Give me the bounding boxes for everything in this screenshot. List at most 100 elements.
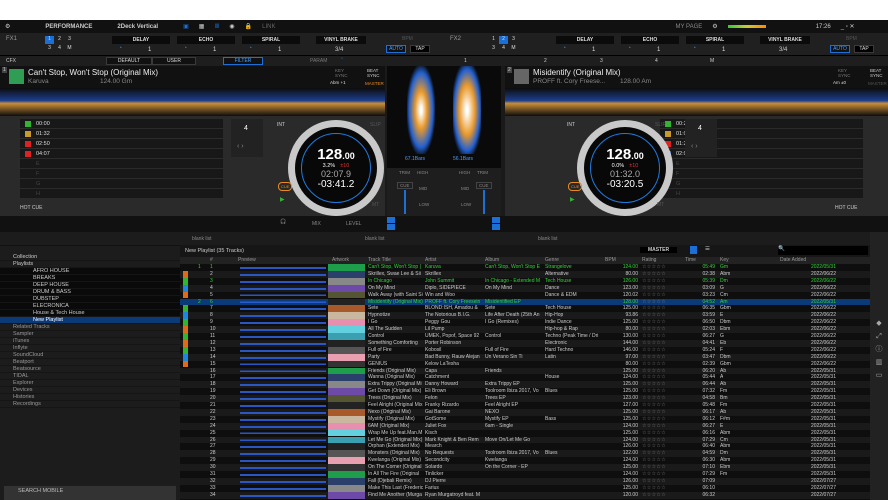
playlist-item[interactable]: BREAKS [0, 275, 180, 282]
track-row[interactable]: 1 1 Can't Stop, Won't Stop (Karuva Can't St… [180, 264, 870, 271]
hot-cue-g[interactable]: G [660, 179, 863, 189]
preview-waveform[interactable] [240, 374, 326, 382]
track-row[interactable]: 15 GENIUS Kelow LaTesha 80.00 ☆☆☆☆☆ 02:39 Gbm 2… [180, 360, 870, 368]
headphones-icon[interactable]: 🎧 [280, 219, 286, 225]
rating-stars[interactable]: ☆☆☆☆☆ [642, 340, 666, 347]
track-row[interactable]: 19 Get Down (Original Mix) Eli Brown Toolro… [180, 388, 870, 396]
track-row[interactable]: 4 On My Mind Diplo, SIDEPIECE On My Mind Dan… [180, 284, 870, 292]
playlist-item[interactable]: New Playlist [0, 317, 180, 324]
cfx-channel-2[interactable]: 2 [544, 58, 547, 64]
deck1-key-sync[interactable]: KEY SYNC [335, 68, 351, 78]
preview-waveform[interactable] [240, 291, 326, 299]
view-mode-icon[interactable] [690, 246, 697, 254]
fx1-assign-2[interactable]: 2 [55, 36, 64, 44]
column-header[interactable]: Key [720, 257, 729, 263]
window-controls[interactable]: _ ▫ ✕ [841, 23, 855, 30]
track-row[interactable]: 2 Skrillex, Swae Lee & Sii Skrillex Alterna… [180, 270, 870, 278]
sidebar-source-item[interactable]: Recordings [0, 401, 180, 408]
rating-stars[interactable]: ☆☆☆☆☆ [642, 374, 666, 381]
column-header[interactable]: BPM [605, 257, 616, 263]
mode-select[interactable]: PERFORMANCE [45, 24, 92, 30]
rating-stars[interactable]: ☆☆☆☆☆ [642, 443, 666, 450]
search-mobile-button[interactable]: SEARCH MOBILE [4, 486, 176, 500]
track-row[interactable]: 8 Hypnotize The Notorious B.I.G. Life After… [180, 312, 870, 320]
preview-waveform[interactable] [240, 436, 326, 444]
deck-select-3[interactable] [387, 224, 395, 230]
list-view-icon[interactable]: ☰ [705, 246, 710, 252]
sidebar-source-item[interactable]: Devices [0, 387, 180, 394]
preview-waveform[interactable] [240, 415, 326, 423]
preview-waveform[interactable] [240, 477, 326, 485]
preview-waveform[interactable] [240, 312, 326, 320]
fx1-auto-button[interactable]: AUTO [386, 45, 406, 53]
track-row[interactable]: 5 Walk Away (with Saint Si Win and Woo Danc… [180, 291, 870, 299]
preview-waveform[interactable] [240, 367, 326, 375]
fx1-assign-4[interactable]: 4 [55, 45, 64, 53]
deck2-play-button[interactable]: ▶ [570, 196, 575, 203]
rating-stars[interactable]: ☆☆☆☆☆ [642, 271, 666, 278]
track-row[interactable]: 24 6AM (Original Mix) Juliet Fox 6am - Sing… [180, 422, 870, 430]
sidebar-source-item[interactable]: Related Tracks [0, 324, 180, 331]
hot-cue-h[interactable]: H [20, 189, 223, 199]
mixer-icon[interactable]: ‖‖ [214, 24, 219, 30]
deck-select-1[interactable] [387, 217, 395, 223]
fx1-slot-2[interactable]: ECHO [177, 36, 235, 44]
preview-waveform[interactable] [240, 333, 326, 340]
channel-fader-2[interactable] [483, 190, 485, 214]
deck2-hot-cue-mode[interactable]: HOT CUE [835, 205, 857, 211]
low-knob-1[interactable]: LOW [419, 202, 429, 207]
fx2-assign-M[interactable]: M [509, 45, 518, 53]
track-row[interactable]: 21 Feel Alright (Original Mix Franky Rizar… [180, 402, 870, 409]
preview-waveform[interactable] [240, 360, 326, 368]
rating-stars[interactable]: ☆☆☆☆☆ [642, 319, 666, 326]
hot-cue-f[interactable]: F [20, 169, 223, 179]
rating-stars[interactable]: ☆☆☆☆☆ [642, 423, 666, 430]
sidebar-source-item[interactable]: SoundCloud [0, 352, 180, 359]
playlist-item[interactable]: ELECRONICA [0, 303, 180, 310]
hot-cue-g[interactable]: G [20, 179, 223, 189]
fx2-assign-2[interactable]: 2 [499, 36, 508, 44]
track-row[interactable]: 12 Something Comforting Porter Robinson Ele… [180, 339, 870, 347]
deck1-jog-wheel[interactable]: 128.00 3.2% ±10 02:07.9 -03:41.2 [288, 120, 384, 216]
preview-waveform[interactable] [240, 491, 326, 499]
loop-prev-next[interactable]: ‹ › [237, 143, 244, 150]
cfx-channel-3[interactable]: 3 [600, 58, 603, 64]
rating-stars[interactable]: ☆☆☆☆☆ [642, 292, 666, 299]
preview-waveform[interactable] [240, 284, 326, 292]
rating-stars[interactable]: ☆☆☆☆☆ [642, 437, 666, 444]
rating-stars[interactable]: ☆☆☆☆☆ [642, 416, 666, 423]
preview-waveform[interactable] [240, 381, 326, 389]
preview-waveform[interactable] [240, 450, 326, 458]
track-row[interactable]: 25 Wrap Me Up feat.Man.M Kisch 125.00 ☆☆☆☆☆ 0… [180, 429, 870, 437]
record-icon[interactable]: ◉ [229, 23, 234, 30]
column-header[interactable]: Artwork [332, 257, 349, 263]
link-button[interactable]: LINK [262, 24, 275, 30]
view-icon[interactable]: ▣ [183, 23, 189, 30]
tag-icon[interactable]: ◆ [870, 317, 888, 330]
track-row[interactable]: 29 Kwelanga (Original Mix) Secondcity Kwela… [180, 457, 870, 465]
param-knob-icon[interactable]: ◔ [340, 56, 343, 62]
sidebar-source-item[interactable]: Inflyte [0, 345, 180, 352]
sort-master-select[interactable]: MASTER [640, 247, 678, 253]
deck1-slip[interactable]: SLIP [370, 122, 381, 128]
deck2-key-sync[interactable]: KEY SYNC [838, 68, 854, 78]
sidebar-source-item[interactable]: Beatport [0, 359, 180, 366]
cue-button-1[interactable]: CUE [397, 182, 413, 189]
fx2-knob-1[interactable]: ◔ [562, 45, 566, 52]
track-row[interactable]: 9 I Go Peggy Gou I Go (Remixes) Indie Dance 1… [180, 319, 870, 327]
link-icon[interactable]: ⤢ [870, 330, 888, 343]
sidebar-source-item[interactable]: Explorer [0, 380, 180, 387]
deck2-loop-beats[interactable]: 4 [698, 125, 702, 132]
deck2-beat-sync[interactable]: BEAT SYNC [870, 68, 884, 78]
track-row[interactable]: 20 Trees (Original Mix) Felon Trees EP 123.0… [180, 395, 870, 402]
preview-waveform[interactable] [240, 353, 326, 361]
preview-waveform[interactable] [240, 326, 326, 333]
track-row[interactable]: 27 Orphan (Extended Mix) Mearch 126.00 ☆☆☆☆☆… [180, 443, 870, 451]
hot-cue-f[interactable]: F [660, 169, 863, 179]
preview-waveform[interactable] [240, 319, 326, 327]
preview-waveform[interactable] [240, 270, 326, 278]
my-page-link[interactable]: MY PAGE [676, 24, 703, 30]
track-row[interactable]: 28 Monsters (Original Mix) No Requests Tool… [180, 450, 870, 458]
preview-waveform[interactable] [240, 277, 326, 285]
sidebar-source-item[interactable]: TIDAL [0, 373, 180, 380]
